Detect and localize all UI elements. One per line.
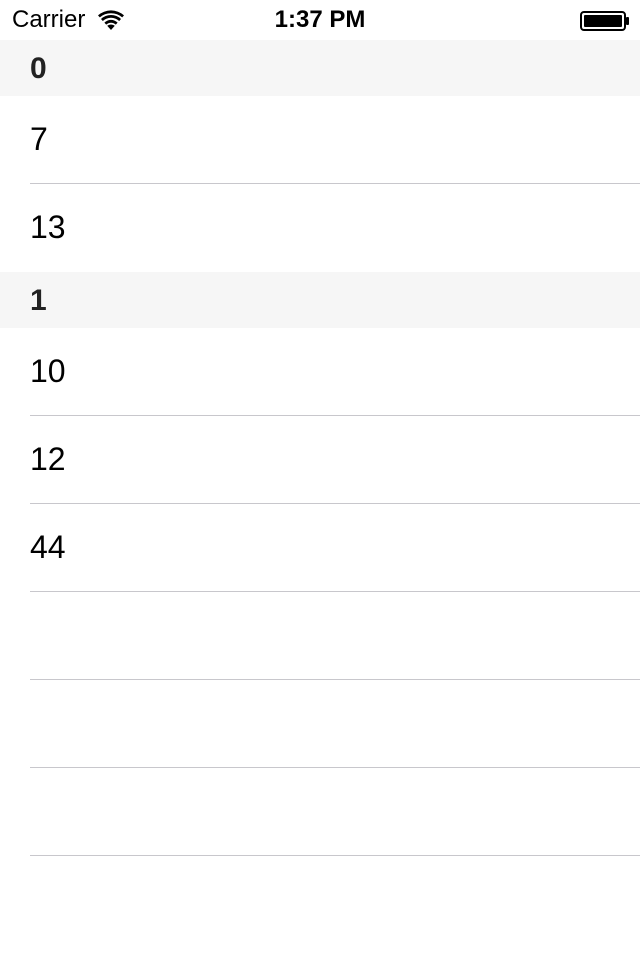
table-row[interactable]: 10: [0, 328, 640, 416]
battery-icon: [580, 11, 629, 31]
table-row[interactable]: 7: [0, 96, 640, 184]
table-view[interactable]: 0 7 13 1 10 12 44: [0, 40, 640, 856]
table-row[interactable]: 13: [0, 184, 640, 272]
table-row[interactable]: 12: [0, 416, 640, 504]
row-label: 12: [30, 441, 66, 477]
clock: 1:37 PM: [274, 6, 366, 33]
table-row[interactable]: 44: [0, 504, 640, 592]
row-label: 7: [30, 121, 48, 157]
row-label: 10: [30, 353, 66, 389]
section-title: 0: [30, 52, 47, 85]
section-title: 1: [30, 284, 47, 317]
empty-row: [0, 592, 640, 680]
section-header-0: 0: [0, 40, 640, 96]
empty-row: [0, 680, 640, 768]
status-bar: Carrier 1:37 PM: [0, 0, 640, 40]
section-header-1: 1: [0, 272, 640, 328]
empty-row: [0, 768, 640, 856]
row-label: 13: [30, 209, 66, 245]
row-label: 44: [30, 529, 66, 565]
